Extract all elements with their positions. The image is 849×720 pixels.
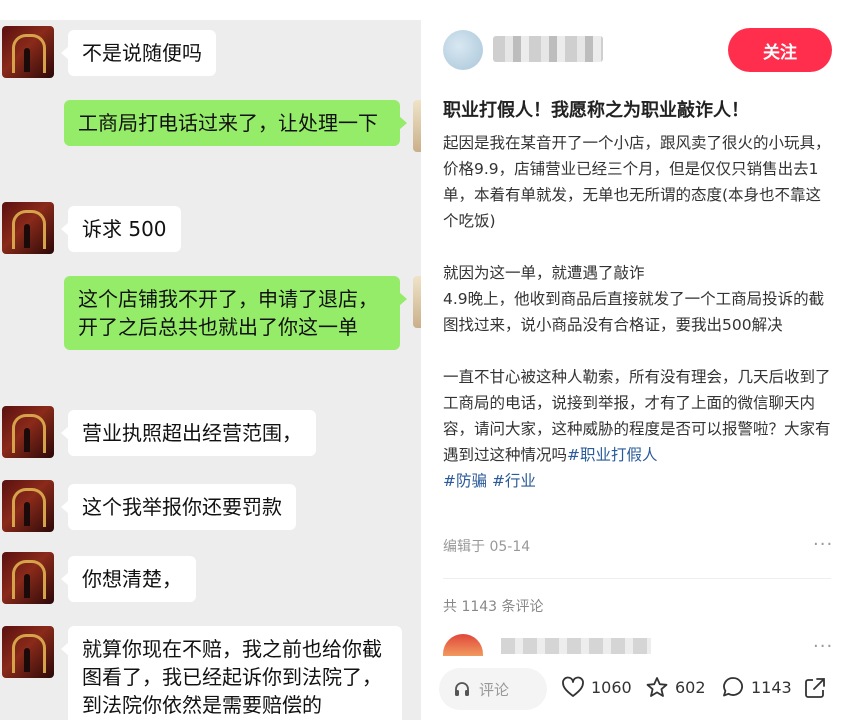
post-content: 起因是我在某音开了一个小店，跟风卖了很火的小玩具，价格9.9，店铺营业已经三个月… xyxy=(443,130,835,494)
collect-count: 602 xyxy=(675,677,706,697)
hashtag-link[interactable]: #行业 xyxy=(492,472,536,490)
chat-bubble-outgoing: 工商局打电话过来了，让处理一下 xyxy=(64,100,407,146)
commenter-name xyxy=(501,638,651,654)
comment-input[interactable]: 评论 xyxy=(439,668,547,710)
like-button[interactable]: 1060 xyxy=(561,676,632,698)
comment-count: 共 1143 条评论 xyxy=(443,599,544,615)
contact-avatar xyxy=(2,552,54,604)
comment-button[interactable]: 1143 xyxy=(721,676,792,698)
post-paragraph: 一直不甘心被这种人勒索，所有没有理会，几天后收到了工商局的电话，说接到举报，才有… xyxy=(443,364,835,494)
contact-avatar xyxy=(2,480,54,532)
collect-button[interactable]: 602 xyxy=(645,676,706,698)
author-avatar[interactable] xyxy=(443,30,483,70)
comment-more-button[interactable]: ··· xyxy=(813,636,833,657)
post-paragraph: 就因为这一单，就遭遇了敲诈 4.9晚上，他收到商品后直接就发了一个工商局投诉的截… xyxy=(443,264,825,334)
edit-date: 编辑于 05-14 xyxy=(443,539,531,555)
contact-avatar xyxy=(2,202,54,254)
chat-bubble-incoming: 就算你现在不赔，我之前也给你截图看了，我已经起诉你到法院了，到法院你依然是需要赔… xyxy=(61,626,402,720)
self-avatar xyxy=(413,100,421,152)
bottom-action-bar: 评论 1060 602 1143 xyxy=(421,662,849,720)
contact-avatar xyxy=(2,26,54,78)
author-name[interactable]: 用户 xyxy=(493,36,603,62)
headset-icon xyxy=(455,682,469,696)
divider xyxy=(443,578,831,579)
follow-button[interactable]: 关注 xyxy=(728,28,832,72)
chat-screenshot: 不是说随便吗 工商局打电话过来了，让处理一下 诉求 500 这个店铺我不开了，申… xyxy=(0,0,421,720)
share-button[interactable] xyxy=(803,676,827,700)
heart-icon xyxy=(562,676,584,697)
share-icon xyxy=(805,678,825,698)
like-count: 1060 xyxy=(591,677,632,697)
hashtag-link[interactable]: #职业打假人 xyxy=(567,446,658,464)
post-paragraph: 起因是我在某音开了一个小店，跟风卖了很火的小玩具，价格9.9，店铺营业已经三个月… xyxy=(443,134,831,230)
contact-avatar xyxy=(2,406,54,458)
more-options-button[interactable]: ··· xyxy=(813,534,833,555)
self-avatar xyxy=(413,276,421,328)
contact-avatar xyxy=(2,626,54,678)
comment-bubble-icon xyxy=(723,677,744,697)
chat-bubble-incoming: 不是说随便吗 xyxy=(61,30,216,76)
comment-count-action: 1143 xyxy=(751,677,792,697)
chat-bubble-incoming: 诉求 500 xyxy=(61,206,181,252)
post-panel: 用户 关注 职业打假人！我愿称之为职业敲诈人！ 起因是我在某音开了一个小店，跟风… xyxy=(421,0,849,720)
chat-bubble-outgoing: 这个店铺我不开了，申请了退店，开了之后总共也就出了你这一单 xyxy=(64,276,407,350)
post-title: 职业打假人！我愿称之为职业敲诈人！ xyxy=(443,100,749,121)
chat-bubble-incoming: 你想清楚， xyxy=(61,556,196,602)
star-icon xyxy=(646,677,668,697)
hashtag-link[interactable]: #防骗 xyxy=(443,472,487,490)
comment-placeholder: 评论 xyxy=(479,680,510,699)
chat-bubble-incoming: 这个我举报你还要罚款 xyxy=(61,484,296,530)
chat-bubble-incoming: 营业执照超出经营范围， xyxy=(61,410,316,456)
commenter-avatar[interactable] xyxy=(443,634,483,656)
